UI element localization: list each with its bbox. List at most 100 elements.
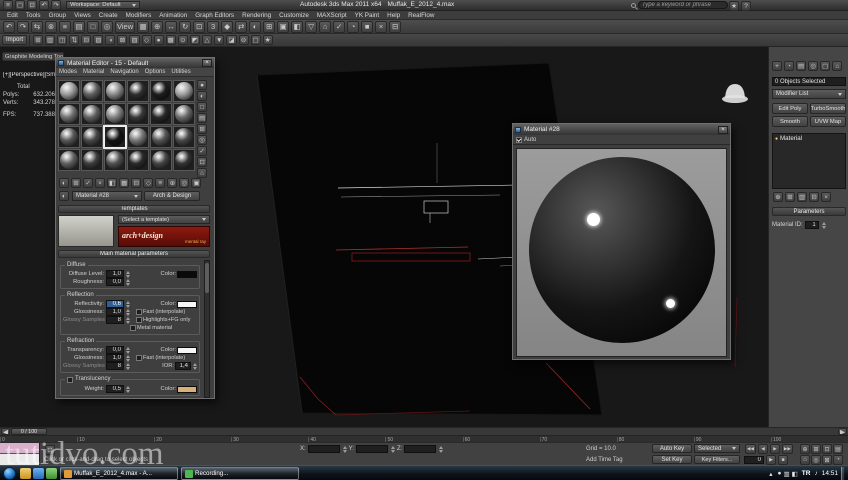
infocenter-icon[interactable]: ? [741,1,751,11]
toolbar-icon[interactable]: × [375,21,387,33]
material-slot[interactable] [104,80,126,102]
lightbulb-icon[interactable]: ● [775,136,778,142]
slider-right-icon[interactable]: ▶ [838,428,847,435]
material-editor-tool-icon[interactable]: ⊞ [71,178,81,188]
add-time-tag[interactable]: Add Time Tag [586,457,623,463]
material-editor-tool-icon[interactable]: ✓ [197,146,207,156]
toolbar-icon[interactable]: ⊗ [45,21,57,33]
diffuse-color-swatch[interactable] [177,271,197,278]
material-editor-tool-icon[interactable]: ▤ [197,113,207,123]
show-desktop-button[interactable] [841,467,844,480]
toolbar-icon[interactable]: ⊕ [151,21,163,33]
material-slot[interactable] [127,149,149,171]
menu-item[interactable]: Edit [3,12,22,19]
fast-interpolate-checkbox[interactable] [136,309,142,315]
clock[interactable]: 14:51 [822,470,838,477]
material-slot[interactable] [104,149,126,171]
reflection-samples-spinner[interactable] [126,317,130,324]
toolbar-icon[interactable]: ◩ [190,35,200,45]
material-editor-menu-item[interactable]: Options [142,69,169,75]
scrollbar-thumb[interactable] [205,263,209,293]
material-editor-tool-icon[interactable]: × [95,178,105,188]
workspace-dropdown[interactable]: Workspace: Default [66,1,140,9]
toolbar-icon[interactable]: ⊙ [178,35,188,45]
reflection-samples-field[interactable]: 8 [106,316,124,324]
weight-spinner[interactable] [126,386,130,393]
x-spinner[interactable] [343,446,347,453]
toolbar-icon[interactable]: ▼ [214,35,224,45]
toolbar-icon[interactable]: ◔ [347,21,359,33]
viewport-nav-icon[interactable]: ◔ [833,455,843,465]
material-editor-tool-icon[interactable]: ◇ [143,178,153,188]
close-icon[interactable]: × [202,59,212,67]
toolbar-icon[interactable]: ▣ [277,21,289,33]
menu-item[interactable]: Graph Editors [191,12,238,19]
import-button[interactable]: Import [2,35,27,45]
toolbar-icon[interactable]: ■ [361,21,373,33]
toolbar-icon[interactable]: ↶ [3,21,15,33]
stack-tool-icon[interactable]: ▥ [797,192,807,202]
preview-titlebar[interactable]: Material #28 × [513,124,730,135]
close-icon[interactable]: × [718,126,728,134]
taskbar-task[interactable]: Muffak_E_2012_4.max - A... [60,467,178,480]
time-slider-track[interactable]: ◀ 0 / 100 ▶ [0,428,848,436]
material-id-spinner[interactable] [822,222,826,229]
main-parameters-rollout[interactable]: Main material parameters [58,250,210,258]
material-type-button[interactable]: Arch & Design [144,191,200,201]
quick-access-icon[interactable]: ↶ [39,0,49,10]
key-filters-button[interactable]: Key Filters... [694,455,740,464]
toolbar-icon[interactable]: ⊟ [389,21,401,33]
command-panel-tab-icon[interactable]: ▢ [820,61,830,71]
diffuse-level-field[interactable]: 1,0 [106,270,124,278]
weight-field[interactable]: 0,5 [106,385,124,393]
material-editor-menu-item[interactable]: Material [80,69,107,75]
refraction-fast-checkbox[interactable] [136,355,142,361]
toolbar-icon[interactable]: ▩ [166,35,176,45]
quick-access-icon[interactable]: ⊡ [27,0,37,10]
stack-tool-icon[interactable]: ⊞ [785,192,795,202]
material-slot[interactable] [104,103,126,125]
time-slider[interactable]: 0 / 100 [11,428,47,435]
reflection-color-swatch[interactable] [177,301,197,308]
material-slot[interactable] [127,126,149,148]
toolbar-icon[interactable]: ▥ [45,35,55,45]
toolbar-icon[interactable]: ↔ [165,21,177,33]
infocenter-icon[interactable]: ★ [729,1,739,11]
toolbar-icon[interactable]: ◆ [221,21,233,33]
material-editor-tool-icon[interactable]: ▦ [119,178,129,188]
command-panel-tab-icon[interactable]: ◔ [784,61,794,71]
toolbar-icon[interactable]: ⊖ [239,35,249,45]
material-editor-tool-icon[interactable]: ◎ [179,178,189,188]
metal-material-checkbox[interactable] [130,325,136,331]
toolbar-icon[interactable]: □ [87,21,99,33]
speaker-icon[interactable]: ♪ [814,470,817,477]
menu-item[interactable]: Help [383,12,404,19]
toolbar-icon[interactable]: △ [202,35,212,45]
viewport-nav-icon[interactable]: ⌂ [800,455,810,465]
toolbar-icon[interactable]: ✓ [333,21,345,33]
stack-tool-icon[interactable]: ⊕ [773,192,783,202]
material-editor-menu-item[interactable]: Utilities [168,69,193,75]
material-editor-tool-icon[interactable]: ◧ [107,178,117,188]
modifier-button[interactable]: TurboSmooth [810,103,846,114]
toolbar-icon[interactable]: ⊠ [117,35,127,45]
material-editor-titlebar[interactable]: Material Editor - 15 - Default × [56,58,214,68]
material-slot[interactable] [150,103,172,125]
reflection-glossiness-field[interactable]: 1,0 [106,308,124,316]
selection-name-field[interactable]: 0 Objects Selected [772,77,846,86]
material-slot[interactable] [58,80,80,102]
material-editor-tool-icon[interactable]: ✓ [83,178,93,188]
modifier-stack-item[interactable]: ● Material [773,134,845,143]
transparency-spinner[interactable] [126,347,130,354]
command-panel-tab-icon[interactable]: ▤ [796,61,806,71]
transport-icon[interactable]: ▶ [766,455,776,465]
toolbar-icon[interactable]: ⊞ [263,21,275,33]
y-field[interactable] [356,445,388,453]
refraction-glossiness-spinner[interactable] [126,355,130,362]
material-editor-tool-icon[interactable]: ▣ [191,178,201,188]
reflectivity-spinner[interactable] [126,301,130,308]
material-slot[interactable] [150,126,172,148]
toolbar-icon[interactable]: ▦ [137,21,149,33]
material-slot[interactable] [127,103,149,125]
menu-item[interactable]: Animation [155,12,191,19]
